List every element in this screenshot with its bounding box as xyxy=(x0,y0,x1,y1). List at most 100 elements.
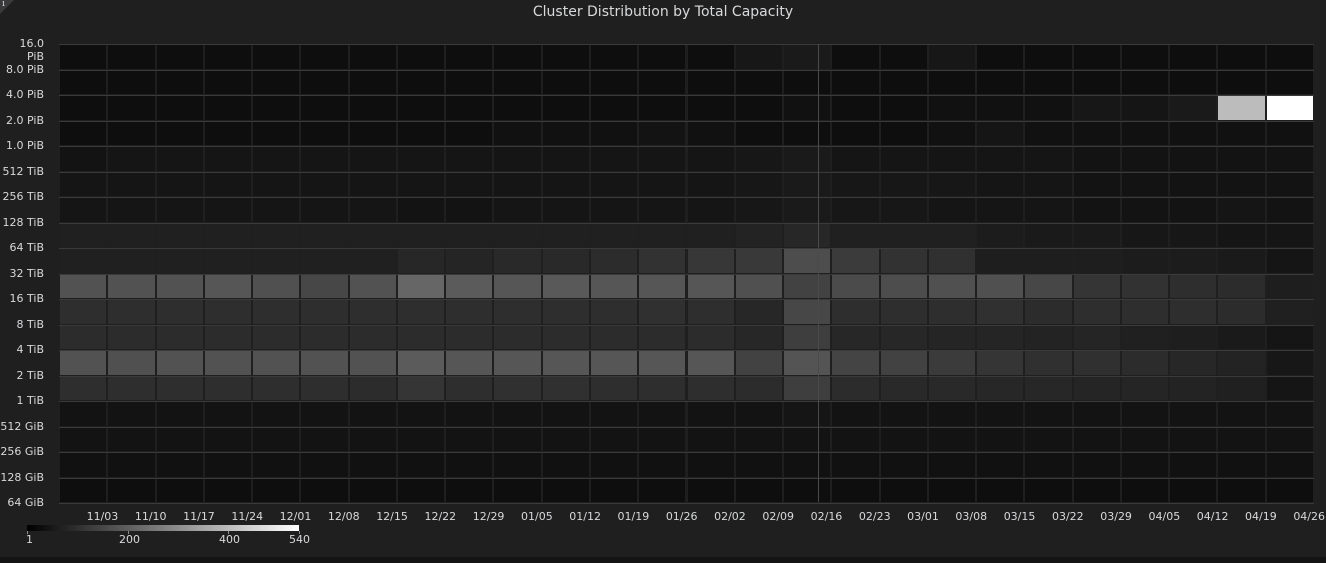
heatmap-cell[interactable] xyxy=(639,121,686,145)
heatmap-cell[interactable] xyxy=(494,223,541,247)
heatmap-cell[interactable] xyxy=(60,376,107,400)
heatmap-cell[interactable] xyxy=(687,249,734,273)
heatmap-cell[interactable] xyxy=(590,300,638,324)
heatmap-cell[interactable] xyxy=(397,70,445,94)
heatmap-cell[interactable] xyxy=(880,45,927,69)
heatmap-cell[interactable] xyxy=(108,478,155,502)
heatmap-cell[interactable] xyxy=(590,121,638,145)
heatmap-cell[interactable] xyxy=(108,223,155,247)
heatmap-cell[interactable] xyxy=(1170,478,1217,502)
heatmap-cell[interactable] xyxy=(397,198,445,222)
heatmap-cell[interactable] xyxy=(1025,223,1072,247)
heatmap-cell[interactable] xyxy=(1073,121,1120,145)
heatmap-cell[interactable] xyxy=(1073,427,1120,451)
heatmap-cell[interactable] xyxy=(108,274,155,298)
heatmap-cell[interactable] xyxy=(60,147,107,171)
heatmap-cell[interactable] xyxy=(156,147,203,171)
heatmap-cell[interactable] xyxy=(1170,45,1217,69)
heatmap-cell[interactable] xyxy=(687,300,734,324)
heatmap-cell[interactable] xyxy=(1073,300,1120,324)
heatmap-cell[interactable] xyxy=(1266,376,1313,400)
heatmap-cell[interactable] xyxy=(1170,300,1217,324)
heatmap-cell[interactable] xyxy=(1121,376,1169,400)
heatmap-cell[interactable] xyxy=(397,402,445,426)
heatmap-cell[interactable] xyxy=(1121,402,1169,426)
heatmap-cell[interactable] xyxy=(446,223,493,247)
heatmap-cell[interactable] xyxy=(60,300,107,324)
heatmap-cell[interactable] xyxy=(1170,147,1217,171)
heatmap-cell[interactable] xyxy=(446,274,493,298)
heatmap-cell[interactable] xyxy=(880,274,927,298)
heatmap-cell[interactable] xyxy=(542,70,589,94)
heatmap-cell[interactable] xyxy=(687,274,734,298)
heatmap-cell[interactable] xyxy=(349,249,396,273)
heatmap-cell[interactable] xyxy=(832,96,879,120)
heatmap-cell[interactable] xyxy=(156,351,203,375)
heatmap-cell[interactable] xyxy=(156,274,203,298)
heatmap-cell[interactable] xyxy=(397,121,445,145)
heatmap-cell[interactable] xyxy=(1025,376,1072,400)
heatmap-cell[interactable] xyxy=(832,223,879,247)
heatmap-cell[interactable] xyxy=(301,427,348,451)
heatmap-cell[interactable] xyxy=(928,45,976,69)
heatmap-cell[interactable] xyxy=(880,402,927,426)
heatmap-cell[interactable] xyxy=(542,351,589,375)
heatmap-cell[interactable] xyxy=(590,325,638,349)
heatmap-cell[interactable] xyxy=(301,70,348,94)
heatmap-cell[interactable] xyxy=(1218,96,1265,120)
heatmap-cell[interactable] xyxy=(1025,96,1072,120)
heatmap-cell[interactable] xyxy=(108,376,155,400)
heatmap-cell[interactable] xyxy=(1266,427,1313,451)
heatmap-cell[interactable] xyxy=(1170,96,1217,120)
heatmap-cell[interactable] xyxy=(1121,274,1169,298)
heatmap-cell[interactable] xyxy=(784,45,831,69)
heatmap-cell[interactable] xyxy=(542,172,589,196)
heatmap-cell[interactable] xyxy=(1025,147,1072,171)
heatmap-cell[interactable] xyxy=(1266,121,1313,145)
heatmap-cell[interactable] xyxy=(349,300,396,324)
heatmap-cell[interactable] xyxy=(880,147,927,171)
heatmap-cell[interactable] xyxy=(1170,172,1217,196)
heatmap-cell[interactable] xyxy=(735,325,783,349)
heatmap-cell[interactable] xyxy=(1218,274,1265,298)
heatmap-cell[interactable] xyxy=(60,351,107,375)
heatmap-cell[interactable] xyxy=(687,453,734,477)
heatmap-cell[interactable] xyxy=(204,249,252,273)
heatmap-cell[interactable] xyxy=(639,325,686,349)
heatmap-cell[interactable] xyxy=(590,427,638,451)
heatmap-cell[interactable] xyxy=(590,147,638,171)
heatmap-cell[interactable] xyxy=(832,427,879,451)
heatmap-cell[interactable] xyxy=(1170,376,1217,400)
heatmap-cell[interactable] xyxy=(349,427,396,451)
heatmap-cell[interactable] xyxy=(542,198,589,222)
heatmap-cell[interactable] xyxy=(590,274,638,298)
heatmap-cell[interactable] xyxy=(1025,402,1072,426)
heatmap-cell[interactable] xyxy=(301,96,348,120)
heatmap-cell[interactable] xyxy=(735,453,783,477)
heatmap-cell[interactable] xyxy=(1170,223,1217,247)
heatmap-cell[interactable] xyxy=(542,376,589,400)
heatmap-cell[interactable] xyxy=(735,45,783,69)
heatmap-cell[interactable] xyxy=(1025,300,1072,324)
heatmap-cell[interactable] xyxy=(687,70,734,94)
heatmap-cell[interactable] xyxy=(253,121,300,145)
heatmap-cell[interactable] xyxy=(1025,351,1072,375)
heatmap-cell[interactable] xyxy=(156,121,203,145)
heatmap-cell[interactable] xyxy=(156,453,203,477)
heatmap-cell[interactable] xyxy=(397,376,445,400)
heatmap-cell[interactable] xyxy=(204,45,252,69)
heatmap-cell[interactable] xyxy=(204,478,252,502)
heatmap-cell[interactable] xyxy=(832,478,879,502)
heatmap-cell[interactable] xyxy=(1121,45,1169,69)
heatmap-cell[interactable] xyxy=(784,376,831,400)
heatmap-cell[interactable] xyxy=(301,121,348,145)
heatmap-cell[interactable] xyxy=(639,172,686,196)
heatmap-cell[interactable] xyxy=(349,96,396,120)
heatmap-cell[interactable] xyxy=(108,70,155,94)
heatmap-cell[interactable] xyxy=(687,376,734,400)
heatmap-cell[interactable] xyxy=(1218,376,1265,400)
heatmap-cell[interactable] xyxy=(1073,376,1120,400)
heatmap-cell[interactable] xyxy=(108,121,155,145)
heatmap-cell[interactable] xyxy=(301,453,348,477)
heatmap-cell[interactable] xyxy=(349,325,396,349)
